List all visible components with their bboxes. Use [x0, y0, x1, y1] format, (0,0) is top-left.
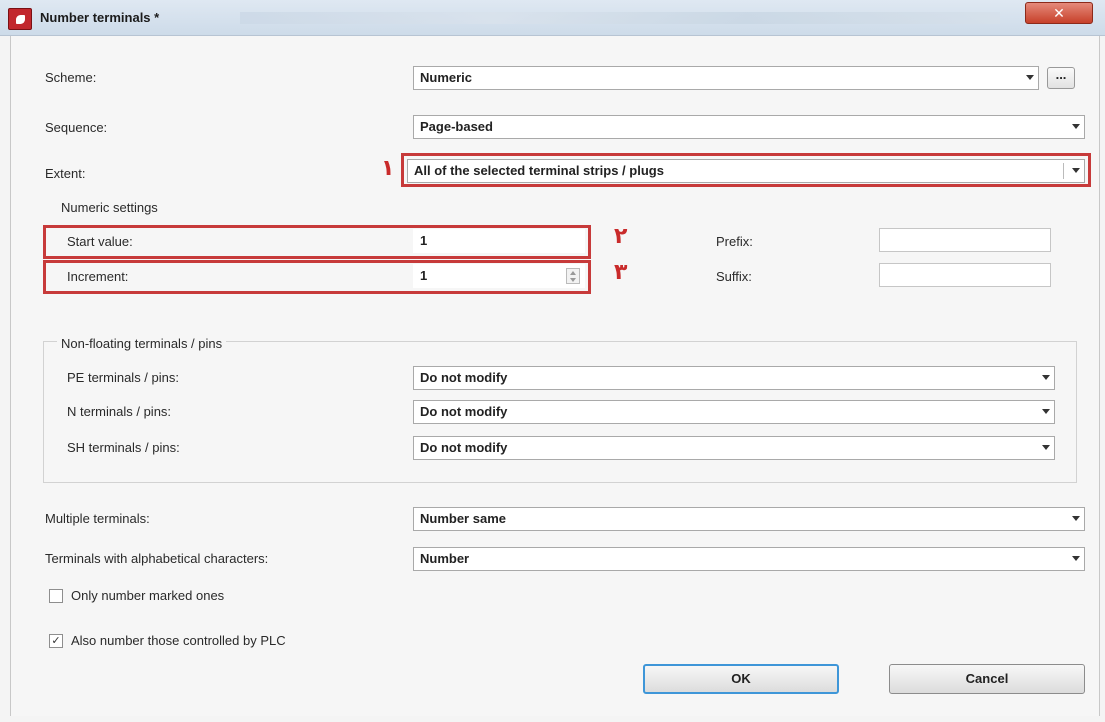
scheme-label: Scheme:	[45, 70, 97, 85]
annotation-marker-2: ۲	[614, 224, 628, 249]
numeric-settings-title: Numeric settings	[61, 200, 158, 215]
sequence-value: Page-based	[420, 119, 493, 134]
n-terminals-value: Do not modify	[420, 404, 508, 419]
multiple-terminals-label: Multiple terminals:	[45, 511, 150, 526]
suffix-label: Suffix:	[716, 269, 752, 284]
start-value-label: Start value:	[67, 234, 133, 249]
scheme-dropdown[interactable]: Numeric	[413, 66, 1039, 90]
increment-value: 1	[420, 268, 428, 283]
suffix-input[interactable]	[879, 263, 1051, 287]
chevron-down-icon	[1072, 168, 1080, 173]
sh-terminals-label: SH terminals / pins:	[67, 440, 180, 455]
start-value-input[interactable]: 1	[413, 229, 585, 253]
scheme-value: Numeric	[420, 70, 473, 85]
cancel-button[interactable]: Cancel	[889, 664, 1085, 694]
extent-dropdown[interactable]: All of the selected terminal strips / pl…	[407, 159, 1085, 183]
title-bar: Number terminals * ✕	[0, 0, 1105, 36]
plc-controlled-label: Also number those controlled by PLC	[71, 633, 286, 648]
n-terminals-dropdown[interactable]: Do not modify	[413, 400, 1055, 424]
only-marked-checkbox[interactable]	[49, 589, 63, 603]
close-button[interactable]: ✕	[1025, 2, 1093, 24]
alpha-terminals-value: Number	[420, 551, 470, 566]
pe-terminals-label: PE terminals / pins:	[67, 370, 179, 385]
extent-label: Extent:	[45, 166, 86, 181]
window-title: Number terminals *	[40, 10, 160, 25]
multiple-terminals-value: Number same	[420, 511, 506, 526]
app-icon	[8, 8, 32, 30]
alpha-terminals-dropdown[interactable]: Number	[413, 547, 1085, 571]
chevron-down-icon	[1042, 375, 1050, 380]
prefix-input[interactable]	[879, 228, 1051, 252]
chevron-down-icon	[1072, 516, 1080, 521]
n-terminals-label: N terminals / pins:	[67, 404, 172, 419]
chevron-down-icon	[1042, 409, 1050, 414]
spinner-icon[interactable]	[566, 268, 580, 284]
scheme-browse-button[interactable]: ...	[1047, 67, 1075, 89]
annotation-marker-1: ۱	[381, 156, 395, 181]
plc-controlled-checkbox[interactable]: ✓	[49, 634, 63, 648]
title-bar-blur	[240, 12, 1000, 24]
only-marked-label: Only number marked ones	[71, 588, 225, 603]
alpha-terminals-label: Terminals with alphabetical characters:	[45, 551, 269, 566]
sequence-label: Sequence:	[45, 120, 108, 135]
dropdown-separator	[1063, 163, 1064, 179]
sequence-dropdown[interactable]: Page-based	[413, 115, 1085, 139]
pe-terminals-value: Do not modify	[420, 370, 508, 385]
increment-label: Increment:	[67, 269, 129, 284]
chevron-down-icon	[1026, 75, 1034, 80]
non-floating-title: Non-floating terminals / pins	[57, 336, 227, 351]
prefix-label: Prefix:	[716, 234, 753, 249]
ok-button[interactable]: OK	[643, 664, 839, 694]
chevron-down-icon	[1072, 556, 1080, 561]
increment-stepper[interactable]: 1	[413, 264, 585, 288]
sh-terminals-value: Do not modify	[420, 440, 508, 455]
sh-terminals-dropdown[interactable]: Do not modify	[413, 436, 1055, 460]
annotation-marker-3: ۳	[614, 260, 628, 285]
chevron-down-icon	[1042, 445, 1050, 450]
pe-terminals-dropdown[interactable]: Do not modify	[413, 366, 1055, 390]
extent-value: All of the selected terminal strips / pl…	[414, 163, 664, 178]
chevron-down-icon	[1072, 124, 1080, 129]
multiple-terminals-dropdown[interactable]: Number same	[413, 507, 1085, 531]
dialog-body: Scheme: Numeric ... Sequence: Page-based…	[10, 36, 1100, 716]
